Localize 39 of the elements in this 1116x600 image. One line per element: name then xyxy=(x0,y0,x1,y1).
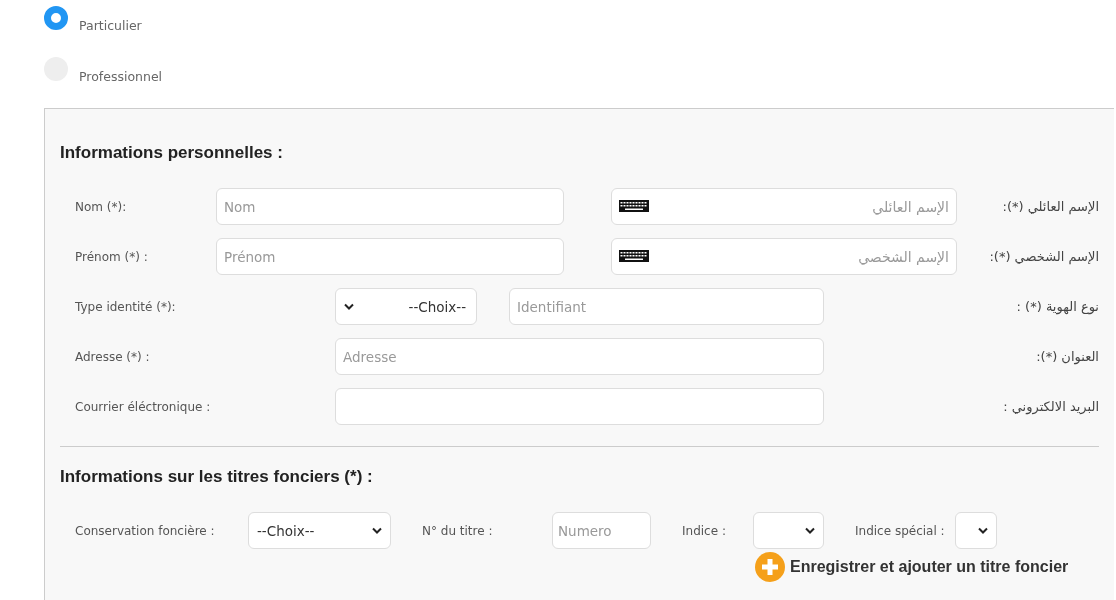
plus-icon xyxy=(755,552,785,582)
keyboard-icon[interactable] xyxy=(619,200,649,212)
field-label: Conservation foncière : xyxy=(75,523,216,538)
field-label: Indice spécial : xyxy=(855,523,946,538)
field-label: البريد الالكتروني : xyxy=(1002,399,1099,414)
field-label: الإسم العائلي (*): xyxy=(1001,199,1099,214)
input-field[interactable]: Identifiant xyxy=(509,288,824,325)
input-field[interactable]: Nom xyxy=(216,188,564,225)
input-field[interactable]: الإسم الشخصي xyxy=(611,238,957,275)
chevron-icon xyxy=(978,527,988,534)
input-field[interactable]: Numero xyxy=(552,512,651,549)
field-label: N° du titre : xyxy=(422,523,494,538)
field-label: Nom (*): xyxy=(75,199,128,214)
add-title-button[interactable]: Enregistrer et ajouter un titre foncier xyxy=(755,552,1069,582)
input-field[interactable]: Prénom xyxy=(216,238,564,275)
field-label: العنوان (*): xyxy=(1035,349,1099,364)
radio-label: Particulier xyxy=(79,18,142,33)
radio-label: Professionnel xyxy=(79,69,163,84)
keyboard-icon[interactable] xyxy=(619,250,649,262)
field-label: Adresse (*) : xyxy=(75,349,151,364)
chevron-icon xyxy=(344,303,354,310)
input-field[interactable]: الإسم العائلي xyxy=(611,188,957,225)
select-field[interactable]: --Choix-- xyxy=(335,288,477,325)
field-label: Courrier éléctronique : xyxy=(75,399,212,414)
select-field[interactable]: --Choix-- xyxy=(248,512,391,549)
field-label: Indice : xyxy=(682,523,727,538)
field-label: Type identité (*): xyxy=(75,299,177,314)
chevron-icon xyxy=(805,527,815,534)
select-field[interactable] xyxy=(753,512,824,549)
field-label: الإسم الشخصي (*): xyxy=(988,249,1099,264)
chevron-icon xyxy=(372,527,382,534)
input-field[interactable] xyxy=(335,388,824,425)
radio-button[interactable] xyxy=(44,6,68,30)
field-label: Prénom (*) : xyxy=(75,249,149,264)
section-heading: Informations sur les titres fonciers (*) : xyxy=(60,467,374,487)
select-field[interactable] xyxy=(955,512,997,549)
section-heading: Informations personnelles : xyxy=(60,143,284,163)
input-field[interactable]: Adresse xyxy=(335,338,824,375)
field-label: نوع الهوية (*) : xyxy=(1015,299,1099,314)
